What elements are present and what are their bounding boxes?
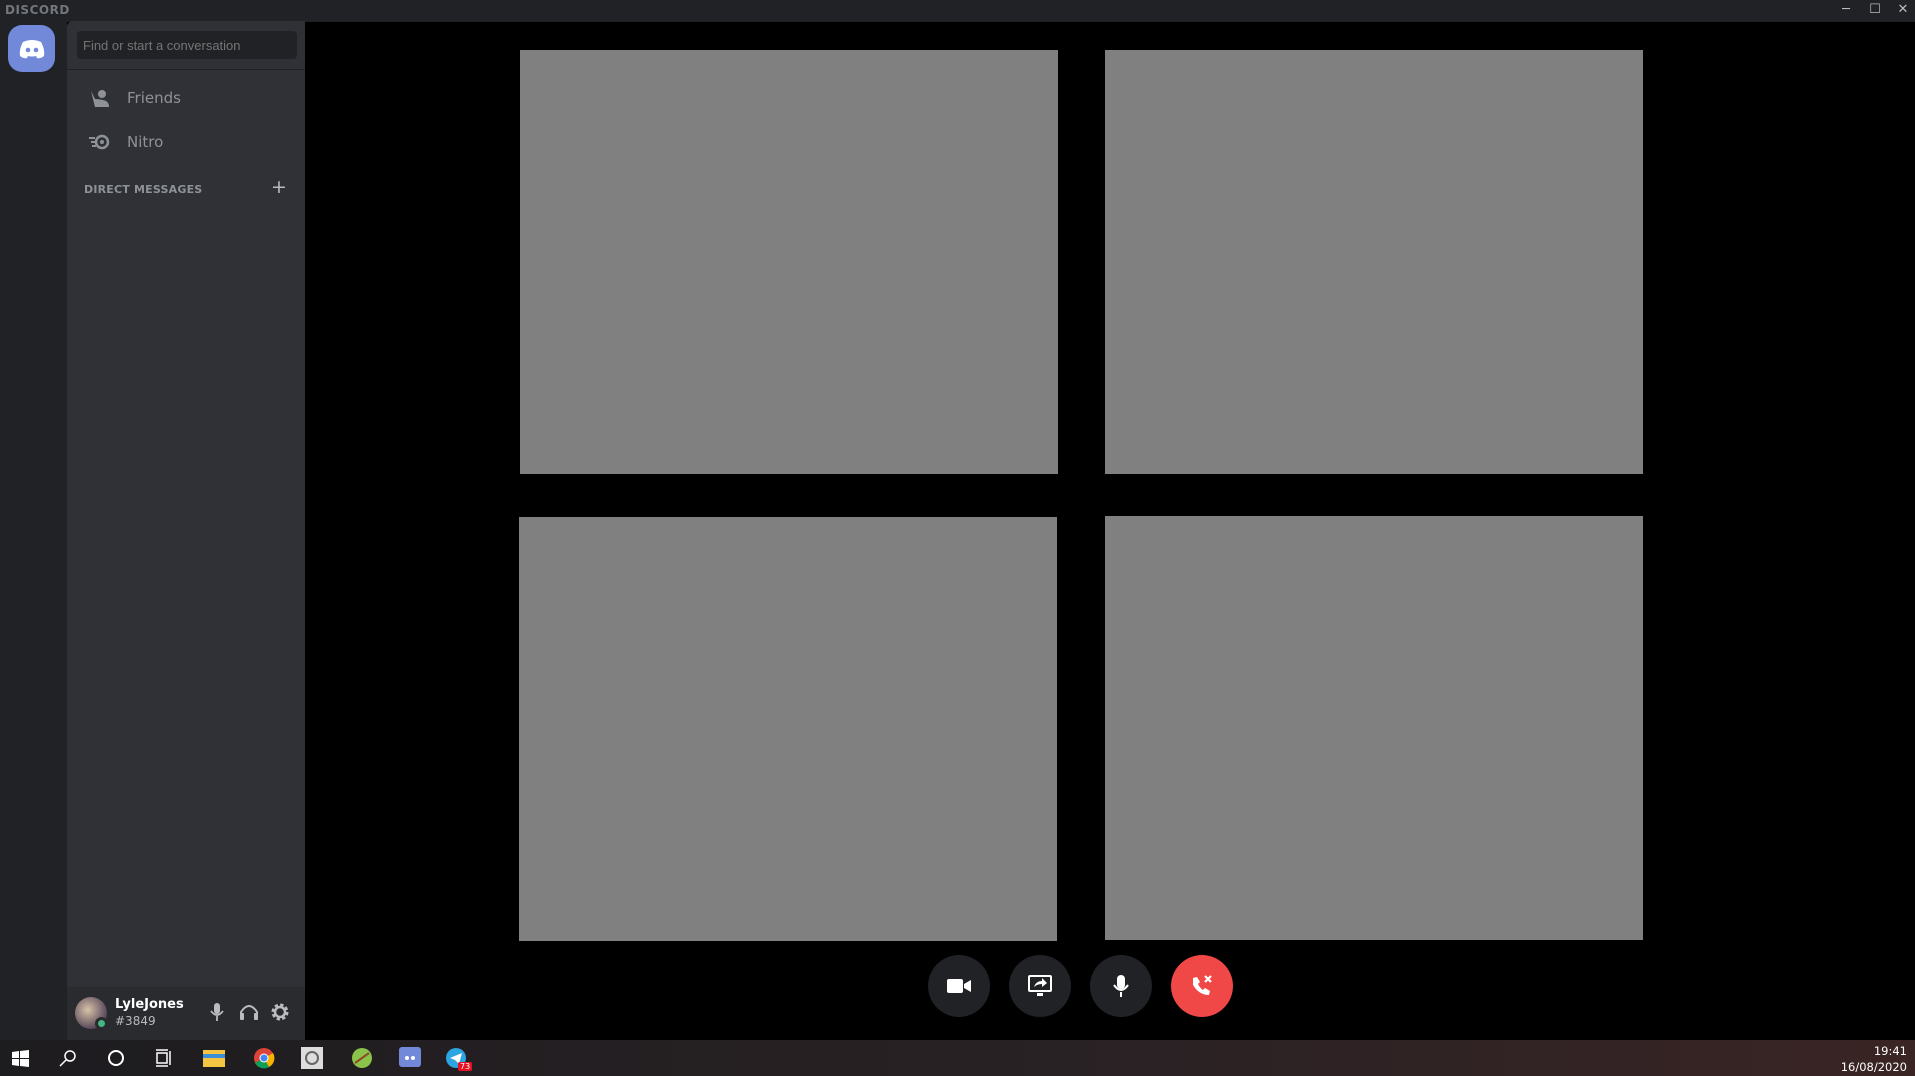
- spiral-app-icon: [301, 1047, 323, 1069]
- headphones-icon[interactable]: [239, 1002, 259, 1022]
- windows-taskbar: 73 19:41 16/08/2020: [0, 1040, 1915, 1076]
- user-tag: #3849: [115, 1014, 156, 1028]
- server-rail: [0, 22, 67, 1040]
- folder-icon: [203, 1050, 225, 1067]
- cortana-circle-icon: [108, 1050, 124, 1066]
- dm-sidebar: Friends Nitro DIRECT MESSAGES + LyleJone…: [67, 21, 305, 1040]
- friends-label: Friends: [127, 89, 181, 107]
- search-icon: [59, 1050, 76, 1067]
- sidebar-item-nitro[interactable]: Nitro: [75, 121, 297, 163]
- app-pinned[interactable]: [300, 1046, 324, 1070]
- microphone-icon[interactable]: [210, 1002, 224, 1022]
- screen-share-button[interactable]: [1009, 955, 1071, 1017]
- direct-messages-header: DIRECT MESSAGES: [84, 183, 203, 196]
- video-tile[interactable]: [1105, 50, 1643, 474]
- chrome-icon: [254, 1048, 275, 1069]
- video-tile[interactable]: [1105, 516, 1643, 940]
- lime-app-icon: [352, 1048, 372, 1068]
- title-bar: DISCORD ─ ☐ ✕: [0, 0, 1915, 22]
- camera-icon: [947, 979, 971, 993]
- search-button[interactable]: [56, 1046, 80, 1070]
- discord-logo-icon: [19, 39, 44, 58]
- cortana-button[interactable]: [104, 1046, 128, 1070]
- username: LyleJones: [115, 997, 184, 1012]
- microphone-button[interactable]: [1090, 955, 1152, 1017]
- close-button[interactable]: ✕: [1893, 2, 1913, 17]
- task-view-icon: [156, 1049, 171, 1067]
- clock-date: 16/08/2020: [1840, 1060, 1907, 1074]
- create-dm-button[interactable]: +: [271, 176, 287, 198]
- telegram-unread-badge: 73: [458, 1062, 473, 1071]
- sidebar-item-friends[interactable]: Friends: [75, 77, 297, 119]
- app-brand: DISCORD: [5, 3, 70, 17]
- status-indicator: [95, 1017, 108, 1030]
- camera-button[interactable]: [928, 955, 990, 1017]
- chrome-app[interactable]: [252, 1046, 276, 1070]
- discord-app[interactable]: [398, 1046, 422, 1070]
- system-clock[interactable]: 19:41 16/08/2020: [1841, 1043, 1907, 1075]
- friends-icon: [91, 90, 109, 107]
- app-pinned[interactable]: [350, 1046, 374, 1070]
- windows-logo-icon: [11, 1049, 29, 1067]
- video-tile[interactable]: [520, 50, 1058, 474]
- task-view-button[interactable]: [152, 1046, 176, 1070]
- home-button[interactable]: [8, 25, 55, 72]
- nitro-icon: [89, 134, 110, 150]
- hang-up-icon: [1193, 975, 1212, 995]
- clock-time: 19:41: [1873, 1044, 1907, 1058]
- search-input[interactable]: [77, 31, 297, 59]
- microphone-icon: [1113, 975, 1129, 997]
- user-panel: LyleJones #3849: [67, 987, 305, 1040]
- nitro-label: Nitro: [127, 133, 164, 151]
- maximize-button[interactable]: ☐: [1865, 2, 1885, 17]
- video-tile[interactable]: [519, 517, 1057, 941]
- settings-gear-icon[interactable]: [270, 1002, 290, 1022]
- disconnect-button[interactable]: [1171, 955, 1233, 1017]
- screen-share-icon: [1028, 975, 1052, 996]
- discord-icon: [399, 1047, 421, 1067]
- divider: [67, 69, 305, 70]
- file-explorer-app[interactable]: [202, 1046, 226, 1070]
- start-button[interactable]: [8, 1046, 32, 1070]
- minimize-button[interactable]: ─: [1836, 2, 1856, 17]
